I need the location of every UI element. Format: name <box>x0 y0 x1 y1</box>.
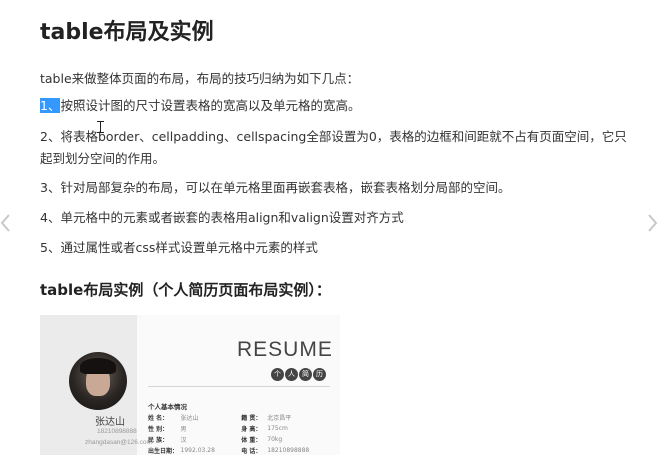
info-key: 籍 贯： <box>241 415 262 422</box>
info-value: 汉 <box>180 437 187 444</box>
resume-heading: RESUME <box>237 338 333 361</box>
info-key: 民 族： <box>148 437 169 444</box>
info-key: 体 重： <box>241 437 262 444</box>
resume-badge: 历 <box>313 368 326 381</box>
info-key: 出生日期： <box>148 448 179 455</box>
table-row: 民 族： 汉 体 重： 70kg <box>148 434 328 445</box>
page-title: table布局及实例 <box>40 20 214 45</box>
point-1-text: 按照设计图的尺寸设置表格的宽高以及单元格的宽高。 <box>60 98 361 113</box>
info-value: 张达山 <box>180 415 199 422</box>
table-row: 出生日期： 1992.03.28 电 话： 18210898888 <box>148 445 328 456</box>
info-key: 电 话： <box>241 448 262 455</box>
resume-example: 张达山 18210898888 zhangdasan@126.com RESUM… <box>40 315 340 455</box>
resume-badges: 个人简历 <box>271 363 327 381</box>
resume-name: 张达山 <box>95 417 125 428</box>
resume-phone: 18210898888 <box>97 428 137 435</box>
avatar <box>69 352 127 410</box>
chevron-left-icon <box>0 214 10 232</box>
point-3: 3、针对局部复杂的布局，可以在单元格里面再嵌套表格，嵌套表格划分局部的空间。 <box>40 180 511 195</box>
info-key: 性 别： <box>148 426 169 433</box>
point-1: 1、按照设计图的尺寸设置表格的宽高以及单元格的宽高。 <box>40 95 630 117</box>
info-value: 18210898888 <box>267 447 310 454</box>
table-row: 姓 名： 张达山 籍 贯： 北京昌平 <box>148 412 328 423</box>
info-value: 北京昌平 <box>267 415 292 422</box>
resume-badge: 个 <box>271 368 284 381</box>
info-value: 1992.03.28 <box>180 447 215 454</box>
resume-badge: 简 <box>299 368 312 381</box>
info-value: 175cm <box>267 425 288 432</box>
info-key: 姓 名： <box>148 415 169 422</box>
resume-sidebar: 张达山 18210898888 zhangdasan@126.com <box>40 315 152 455</box>
divider <box>148 386 330 387</box>
info-value: 男 <box>180 426 187 433</box>
next-slide-arrow[interactable] <box>646 213 660 233</box>
chevron-right-icon <box>648 214 658 232</box>
info-key: 身 高： <box>241 426 262 433</box>
info-value: 70kg <box>267 436 283 443</box>
section-subtitle: table布局实例（个人简历页面布局实例）： <box>40 281 331 299</box>
table-row: 性 别： 男 身 高： 175cm <box>148 423 328 434</box>
point-5: 5、通过属性或者css样式设置单元格中元素的样式 <box>40 240 318 255</box>
point-4: 4、单元格中的元素或者嵌套的表格用align和valign设置对齐方式 <box>40 210 404 225</box>
resume-badge: 人 <box>285 368 298 381</box>
selected-text: 1、 <box>40 98 61 113</box>
intro-text: table来做整体页面的布局，布局的技巧归纳为如下几点： <box>40 71 360 86</box>
resume-info-table: 姓 名： 张达山 籍 贯： 北京昌平 性 别： 男 身 高： 175cm 民 族… <box>148 412 328 456</box>
prev-slide-arrow[interactable] <box>0 213 14 233</box>
resume-email: zhangdasan@126.com <box>85 439 152 446</box>
info-heading: 个人基本情况 <box>148 403 187 411</box>
point-2: 2、将表格border、cellpadding、cellspacing全部设置为… <box>40 129 627 166</box>
